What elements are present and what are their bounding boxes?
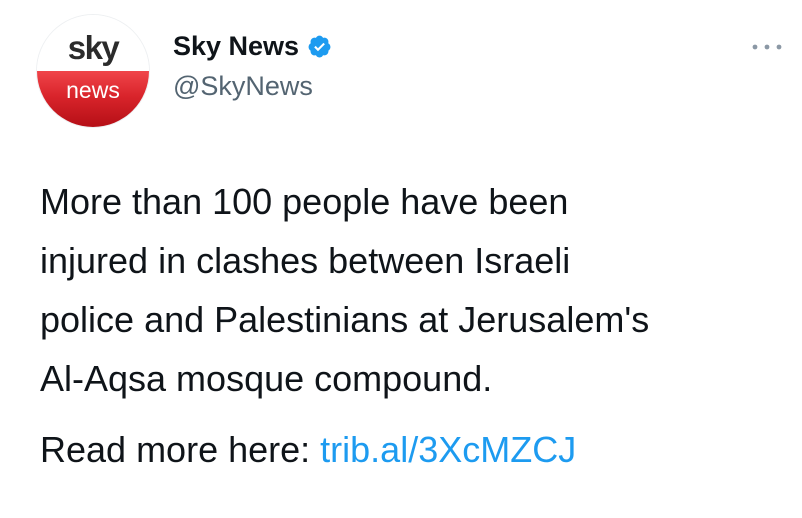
avatar-logo-news: news <box>66 77 120 103</box>
tweet-card: sky news Sky News @SkyNews More than 100… <box>0 0 802 518</box>
display-name[interactable]: Sky News <box>173 33 299 60</box>
more-horizontal-icon[interactable] <box>749 39 785 55</box>
author-handle[interactable]: @SkyNews <box>173 73 313 100</box>
tweet-text: More than 100 people have been injured i… <box>40 181 650 399</box>
author-name-row: Sky News <box>173 33 332 60</box>
read-more-line: Read more here: trib.al/3XcMZCJ <box>40 420 576 479</box>
avatar-logo-sky: sky <box>67 29 120 66</box>
read-more-label: Read more here: <box>40 429 321 470</box>
tweet-link[interactable]: trib.al/3XcMZCJ <box>320 429 576 470</box>
verified-badge-icon <box>308 35 331 58</box>
avatar[interactable]: sky news <box>37 15 149 127</box>
